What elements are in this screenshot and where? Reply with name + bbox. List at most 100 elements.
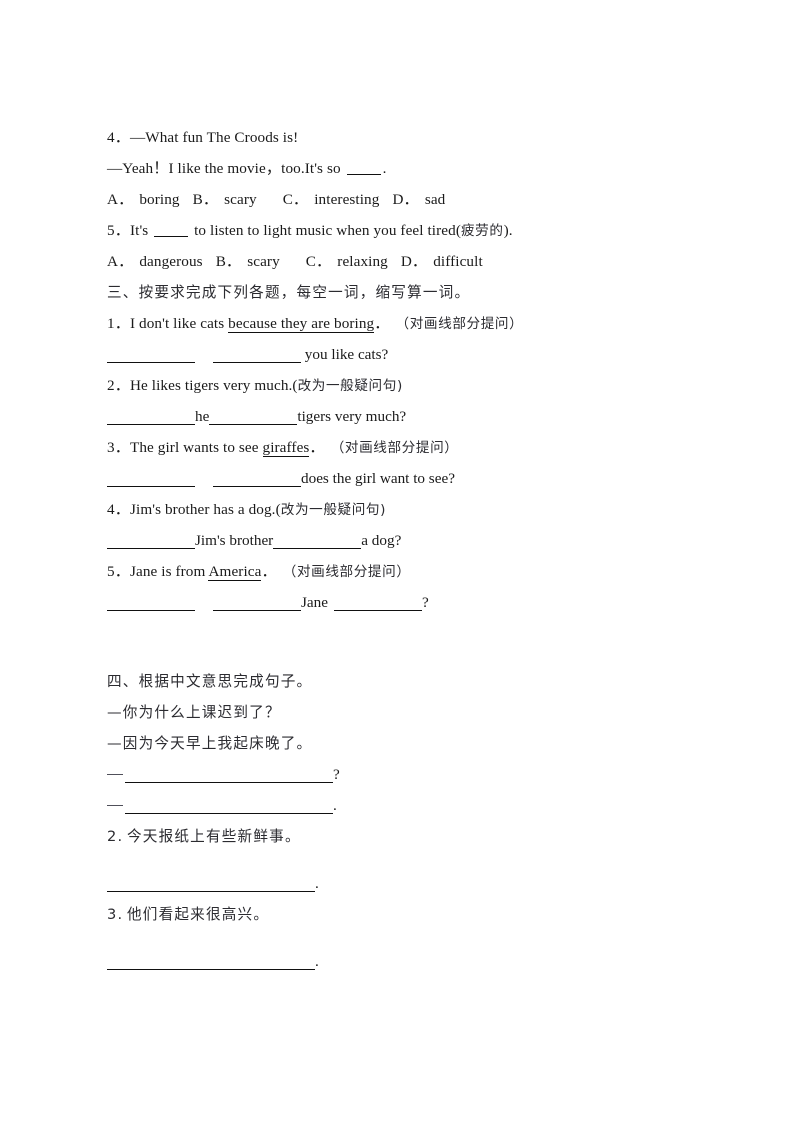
section-three-item-3-answer: does the girl want to see? <box>107 463 687 494</box>
answer-blank[interactable] <box>107 953 315 970</box>
question-5-option-d-letter: D． <box>400 253 428 270</box>
worksheet-page: 4．—What fun The Croods is! —Yeah！I like … <box>0 0 794 1123</box>
section-three-item-5-answer: Jane? <box>107 587 687 618</box>
question-4-stem-b-pre: —Yeah！I like the movie，too.It's so <box>107 160 345 177</box>
answer-blank[interactable] <box>125 797 333 814</box>
dash-icon <box>107 805 123 806</box>
dash-icon <box>107 774 123 775</box>
question-4-option-d-text[interactable]: sad <box>425 191 446 208</box>
question-4-option-a-text[interactable]: boring <box>139 191 179 208</box>
section-three-item-3-instruction: （对画线部分提问） <box>330 440 459 456</box>
section-three-item-2-tail: tigers very much? <box>297 408 407 425</box>
section-three-item-3-underlined: giraffes <box>262 439 310 457</box>
question-4-stem-a: —What fun The Croods is! <box>129 129 299 146</box>
section-four-item-2-prompt: 2. 今天报纸上有些新鲜事。 <box>107 821 687 852</box>
answer-blank[interactable] <box>213 594 301 611</box>
section-three-heading: 三、按要求完成下列各题，每空一词，缩写算一词。 <box>107 284 471 301</box>
answer-blank[interactable] <box>125 766 333 783</box>
question-5-option-a-text[interactable]: dangerous <box>139 253 202 270</box>
question-4-number: 4． <box>107 129 130 146</box>
section-three-item-5-pre: Jane is from <box>129 563 209 580</box>
question-4-option-d-letter: D． <box>392 191 419 208</box>
section-three-item-2-mid: he <box>195 408 210 425</box>
section-three-item-1-instruction: （对画线部分提问） <box>395 316 524 332</box>
answer-blank[interactable] <box>334 594 422 611</box>
section-three-item-3-tail: does the girl want to see? <box>301 470 455 487</box>
section-three-item-5-prompt: 5．Jane is from America． （对画线部分提问） <box>107 556 687 587</box>
section-three-item-5-instruction: （对画线部分提问） <box>282 564 411 580</box>
question-4-option-a-letter: A． <box>107 191 134 208</box>
answer-blank[interactable] <box>213 470 301 487</box>
section-three-item-3-pre: The girl wants to see <box>129 439 263 456</box>
section-four-item-2-answer: . <box>107 868 687 899</box>
section-three-item-1-post: ． <box>374 315 390 332</box>
answer-blank[interactable] <box>107 875 315 892</box>
section-four-item-2-number: 2. <box>107 828 124 845</box>
question-4-answer-blank[interactable] <box>346 174 381 175</box>
section-three-item-1-prompt: 1．I don't like cats because they are bor… <box>107 308 687 339</box>
question-5-answer-blank[interactable] <box>154 236 189 237</box>
section-three-item-3-prompt: 3．The girl wants to see giraffes． （对画线部分提… <box>107 432 687 463</box>
section-four-item-3-answer: . <box>107 946 687 977</box>
section-three-item-1-pre: I don't like cats <box>129 315 229 332</box>
section-three-item-4-number: 4． <box>107 501 130 518</box>
section-four-item-2-terminator: . <box>315 875 319 892</box>
section-three-item-2-prompt: 2．He likes tigers very much.(改为一般疑问句) <box>107 370 687 401</box>
answer-blank[interactable] <box>209 408 298 425</box>
section-three-item-4-instruction: 改为一般疑问句) <box>280 502 387 518</box>
question-4-option-b-text[interactable]: scary <box>224 191 257 208</box>
question-5-option-a-letter: A． <box>107 253 134 270</box>
section-four-item-3-cn: 他们看起来很高兴。 <box>127 906 270 923</box>
question-4-option-c-letter: C． <box>282 191 309 208</box>
section-three-item-2-pre: He likes tigers very much.( <box>129 377 298 394</box>
answer-blank[interactable] <box>107 470 195 487</box>
section-three-item-4-prompt: 4．Jim's brother has a dog.(改为一般疑问句) <box>107 494 687 525</box>
question-5-stem-post: to listen to light music when you feel t… <box>190 222 461 239</box>
question-5-option-c-text[interactable]: relaxing <box>337 253 388 270</box>
question-5-options: A． dangerous B． scary C． relaxing D． difficult <box>107 246 687 277</box>
question-5-option-b-text[interactable]: scary <box>247 253 280 270</box>
section-three-item-5-tail: ? <box>422 594 429 611</box>
section-four-item-3-prompt: 3. 他们看起来很高兴。 <box>107 899 687 930</box>
section-three-item-1-number: 1． <box>107 315 130 332</box>
section-three-item-4-tail: a dog? <box>361 532 402 549</box>
question-5-option-c-letter: C． <box>305 253 332 270</box>
section-three-item-5-mid: Jane <box>301 594 328 611</box>
section-four-item-2-cn: 今天报纸上有些新鲜事。 <box>127 828 301 845</box>
question-5-stem-pre: It's <box>129 222 153 239</box>
question-5-option-b-letter: B． <box>215 253 242 270</box>
section-three-item-5-number: 5． <box>107 563 130 580</box>
section-three-item-2-instruction: 改为一般疑问句) <box>297 378 403 394</box>
question-4-stem-line-2: —Yeah！I like the movie，too.It's so . <box>107 153 687 184</box>
section-three-item-1-tail: you like cats? <box>301 346 389 363</box>
question-5-stem-end: ). <box>503 222 513 239</box>
section-four-item-1-answer-1-terminator: ? <box>333 766 340 783</box>
question-4-option-c-text[interactable]: interesting <box>314 191 379 208</box>
answer-blank[interactable] <box>107 594 195 611</box>
question-4-stem-b-post: . <box>382 160 387 177</box>
answer-blank[interactable] <box>107 408 195 425</box>
question-4-option-b-letter: B． <box>192 191 219 208</box>
question-4-options: A． boring B． scary C． interesting D． sad <box>107 184 687 215</box>
section-four-item-1-answer-2: . <box>107 790 687 821</box>
answer-blank[interactable] <box>273 532 362 549</box>
answer-blank[interactable] <box>107 532 195 549</box>
section-three-item-1-answer: you like cats? <box>107 339 687 370</box>
question-5-number: 5． <box>107 222 130 239</box>
section-three-item-5-post: ． <box>261 563 277 580</box>
question-5-option-d-text[interactable]: difficult <box>433 253 483 270</box>
answer-blank[interactable] <box>107 346 195 363</box>
worksheet-content: 4．—What fun The Croods is! —Yeah！I like … <box>107 122 687 977</box>
section-three-item-2-answer: he tigers very much? <box>107 401 687 432</box>
section-four-heading: 四、根据中文意思完成句子。 <box>107 673 313 690</box>
answer-blank[interactable] <box>213 346 301 363</box>
question-4-stem-line-1: 4．—What fun The Croods is! <box>107 122 687 153</box>
section-four-item-1-cn-line-1: —你为什么上课迟到了？ <box>107 704 281 721</box>
section-three-item-4-pre: Jim's brother has a dog.( <box>129 501 281 518</box>
section-three-item-2-number: 2． <box>107 377 130 394</box>
question-5-stem: 5．It's to listen to light music when you… <box>107 215 687 246</box>
question-5-gloss-cn: 疲劳的 <box>460 223 504 239</box>
